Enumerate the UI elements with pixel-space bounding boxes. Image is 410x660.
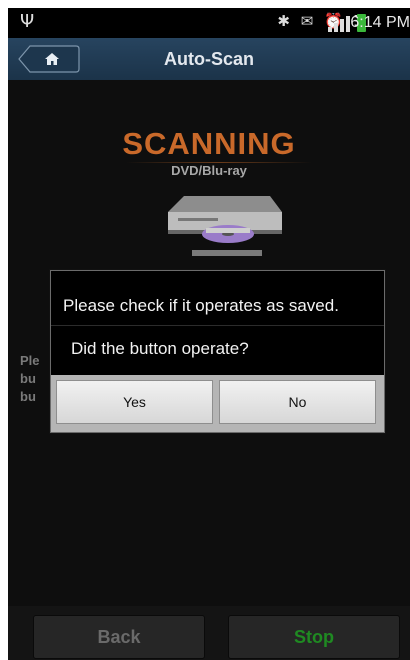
status-time: 6:14 PM	[350, 14, 410, 31]
blu-ray-player-icon	[166, 188, 284, 260]
dialog-message: Did the button operate?	[71, 339, 249, 358]
yes-button[interactable]: Yes	[56, 380, 213, 424]
dialog-divider	[51, 325, 384, 326]
status-bar: Ψ ✱ ✉ ⏰ ☰ 6:14 PM	[8, 8, 410, 38]
dialog-title: Please check if it operates as saved.	[63, 296, 339, 315]
bottom-bar: Back Stop	[8, 606, 410, 660]
confirmation-dialog: Please check if it operates as saved. Di…	[50, 270, 385, 433]
back-button[interactable]: Back	[33, 615, 205, 659]
stop-button[interactable]: Stop	[228, 615, 400, 659]
title-bar: Auto-Scan	[8, 38, 410, 81]
dialog-button-bar: Yes No	[51, 375, 384, 432]
phone-screen: Ψ ✱ ✉ ⏰ ☰ 6:14 PM Auto-Scan SCANNING DVD…	[8, 8, 410, 660]
screenshot-frame: Ψ ✱ ✉ ⏰ ☰ 6:14 PM Auto-Scan SCANNING DVD…	[0, 0, 410, 660]
signal-icon	[328, 16, 352, 32]
scanning-heading: SCANNING	[122, 126, 296, 161]
no-button[interactable]: No	[219, 380, 376, 424]
device-type-label: DVD/Blu-ray	[171, 163, 247, 178]
usb-icon: Ψ	[20, 11, 35, 32]
page-title: Auto-Scan	[164, 49, 254, 69]
